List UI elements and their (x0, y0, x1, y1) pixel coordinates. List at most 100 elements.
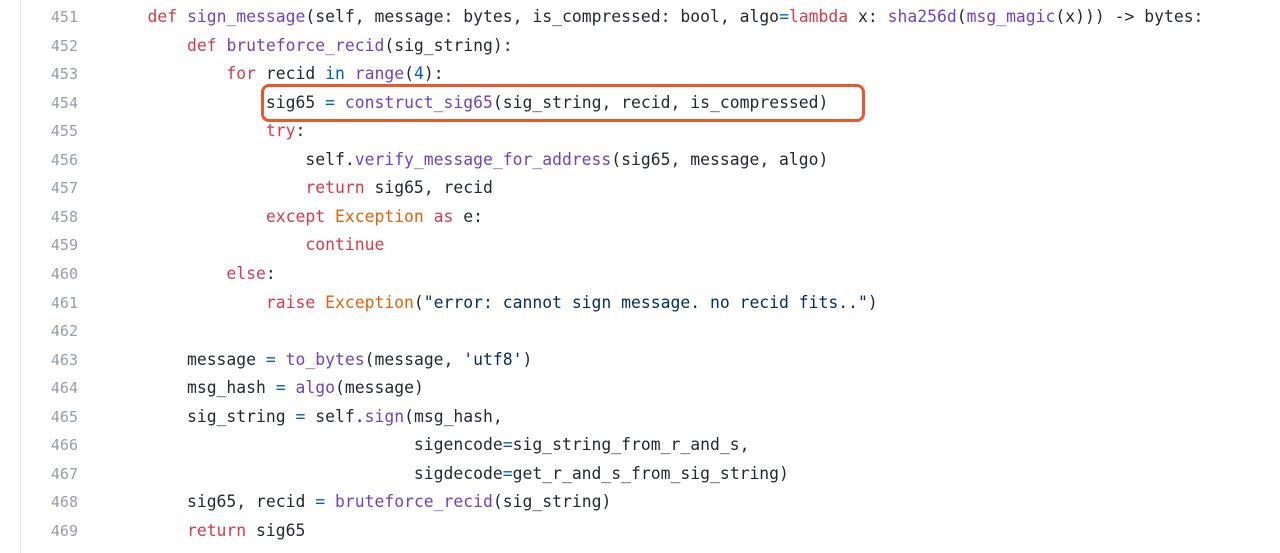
code-token: = (275, 378, 286, 398)
code-text: sigdecode=get_r_and_s_from_sig_string) (108, 460, 789, 488)
code-token: ) (867, 292, 878, 312)
code-line: 466 sigencode=sig_string_from_r_and_s, (0, 431, 1280, 459)
code-token: as (433, 206, 454, 226)
code-token: bruteforce_recid (226, 35, 385, 55)
line-number[interactable]: 458 (22, 203, 78, 231)
code-token: lambda (788, 7, 849, 26)
line-number[interactable]: 455 (22, 117, 78, 145)
code-token: verify_message_for_address (354, 149, 612, 169)
code-token: continue (305, 235, 385, 255)
code-token: sigencode (413, 435, 503, 455)
code-token: except (265, 206, 326, 226)
code-token: (msg_hash, (404, 406, 503, 426)
code-token: sig65, recid (364, 178, 493, 198)
code-text: message = to_bytes(message, 'utf8') (108, 346, 532, 374)
code-token: recid (256, 64, 326, 84)
code-token: def (147, 7, 178, 26)
code-viewer: 451 def sign_message(self, message: byte… (0, 0, 1280, 553)
code-token: def (186, 35, 217, 55)
line-number[interactable]: 453 (22, 60, 78, 88)
line-number[interactable]: 461 (22, 289, 78, 317)
code-line: 459 continue (0, 231, 1280, 259)
line-number[interactable]: 465 (22, 403, 78, 431)
code-token: bruteforce_recid (335, 492, 493, 512)
code-text: except Exception as e: (108, 203, 483, 231)
code-text: return sig65, recid (108, 174, 493, 202)
code-token: ) (522, 349, 533, 369)
code-token: e: (453, 206, 484, 226)
code-token: sigdecode (413, 463, 503, 483)
code-token: = (295, 406, 306, 426)
line-number[interactable]: 464 (22, 374, 78, 402)
line-number[interactable]: 451 (22, 3, 78, 31)
code-token: ): (423, 64, 444, 84)
code-line: 461 raise Exception("error: cannot sign … (0, 289, 1280, 317)
code-token: algo (295, 378, 335, 398)
line-number[interactable]: 470 (22, 545, 78, 553)
code-token: sign_message (186, 7, 306, 26)
code-token: sig_string_from_r_and_s, (512, 435, 750, 455)
code-line: 464 msg_hash = algo(message) (0, 374, 1280, 402)
code-token: 'utf8' (463, 349, 523, 369)
code-line: 462 (0, 317, 1280, 345)
code-line: 460 else: (0, 260, 1280, 288)
code-token: sha256d (887, 7, 957, 26)
code-token: Exception (325, 292, 414, 312)
code-token: raise (265, 292, 316, 312)
code-token: = (502, 463, 513, 483)
code-text: raise Exception("error: cannot sign mess… (108, 289, 878, 317)
code-token: (message) (335, 378, 424, 398)
code-token: else (226, 263, 266, 283)
code-token: message (186, 349, 266, 369)
line-number[interactable]: 469 (22, 517, 78, 545)
code-token: try (265, 121, 296, 141)
line-number[interactable]: 460 (22, 260, 78, 288)
line-number[interactable]: 463 (22, 346, 78, 374)
code-token: ( (413, 292, 424, 312)
code-token: ( (404, 64, 414, 84)
code-token: sig_string (186, 406, 296, 426)
code-text: sig65, recid = bruteforce_recid(sig_stri… (108, 488, 611, 516)
code-token: sig65 (246, 520, 306, 540)
line-number[interactable]: 457 (22, 174, 78, 202)
code-token: : (265, 263, 276, 283)
code-token: "error: cannot sign message. no recid fi… (423, 292, 868, 312)
code-token: sig65, recid (186, 492, 316, 512)
code-text: sigencode=sig_string_from_r_and_s, (108, 431, 750, 459)
code-token: = (502, 435, 513, 455)
highlight-annotation-box (261, 84, 865, 122)
code-text: def bruteforce_recid(sig_string): (108, 32, 513, 60)
code-text: sig_string = self.sign(msg_hash, (108, 403, 503, 431)
code-token: : (295, 121, 306, 141)
line-number[interactable]: 454 (22, 89, 78, 117)
line-number[interactable]: 468 (22, 488, 78, 516)
line-number[interactable]: 459 (22, 231, 78, 259)
line-number[interactable]: 456 (22, 146, 78, 174)
code-token: 4 (413, 64, 424, 84)
code-line: 451 def sign_message(self, message: byte… (0, 3, 1280, 31)
code-token: self. (305, 406, 365, 426)
line-number[interactable]: 467 (22, 460, 78, 488)
code-text: else: (108, 260, 276, 288)
code-line: 457 return sig65, recid (0, 174, 1280, 202)
code-line: 463 message = to_bytes(message, 'utf8') (0, 346, 1280, 374)
code-token: (x))) -> bytes: (1055, 7, 1204, 26)
line-number[interactable]: 462 (22, 317, 78, 345)
line-number[interactable]: 452 (22, 32, 78, 60)
code-token: ( (956, 7, 967, 26)
code-line: 470 (0, 545, 1280, 553)
code-token: for (226, 64, 257, 84)
code-token: = (265, 349, 276, 369)
code-token: in (325, 64, 345, 84)
code-line: 468 sig65, recid = bruteforce_recid(sig_… (0, 488, 1280, 516)
code-token: to_bytes (285, 349, 365, 369)
line-number[interactable]: 466 (22, 431, 78, 459)
code-token: (sig_string): (384, 35, 513, 55)
code-token: sign (364, 406, 405, 426)
